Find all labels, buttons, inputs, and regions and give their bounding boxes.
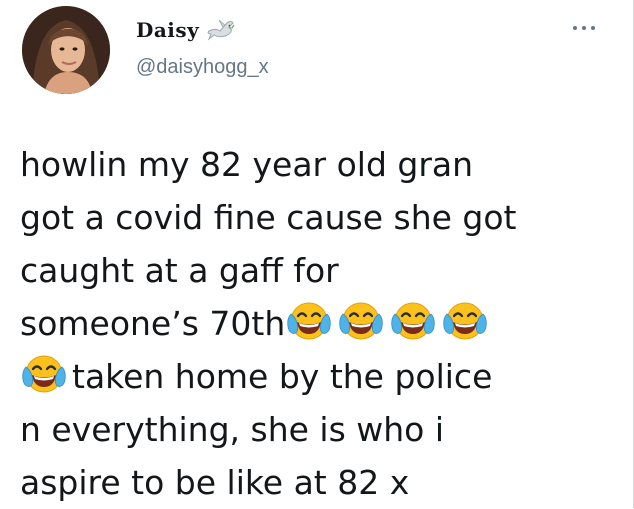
tweet-line-text: howlin my 82 year old gran xyxy=(20,145,474,184)
tears-of-joy-icon xyxy=(20,350,68,398)
tweet-text: howlin my 82 year old gran got a covid fi… xyxy=(20,138,620,509)
tweet-line-text: aspire to be like at 82 x xyxy=(20,463,410,502)
tears-of-joy-icon xyxy=(285,297,333,345)
tears-of-joy-icon xyxy=(337,297,385,345)
tweet-line-text: someone’s 70th xyxy=(20,304,286,343)
tweet-line-text: got a covid fine cause she got xyxy=(20,198,517,237)
more-options-icon[interactable] xyxy=(566,18,602,38)
tweet-card: Daisy @daisyhogg_x howlin my 82 year old… xyxy=(0,0,634,508)
dove-icon xyxy=(205,17,235,43)
user-handle[interactable]: @daisyhogg_x xyxy=(136,56,269,79)
tears-of-joy-icon xyxy=(389,297,437,345)
tweet-line: caught at a gaff for xyxy=(20,244,620,297)
tweet-line: howlin my 82 year old gran xyxy=(20,138,620,191)
tweet-line: taken home by the police xyxy=(20,350,620,403)
tweet-line-text: caught at a gaff for xyxy=(20,251,339,290)
tears-of-joy-icon xyxy=(441,297,489,345)
tweet-line: someone’s 70th xyxy=(20,297,620,350)
tweet-line: got a covid fine cause she got xyxy=(20,191,620,244)
tweet-line: n everything, she is who i xyxy=(20,403,620,456)
tweet-line: aspire to be like at 82 x xyxy=(20,456,620,509)
avatar[interactable] xyxy=(22,6,110,94)
display-name[interactable]: Daisy xyxy=(136,18,199,42)
tweet-line-text: n everything, she is who i xyxy=(20,410,445,449)
tweet-line-text: taken home by the police xyxy=(72,357,493,396)
name-row: Daisy xyxy=(136,14,235,46)
